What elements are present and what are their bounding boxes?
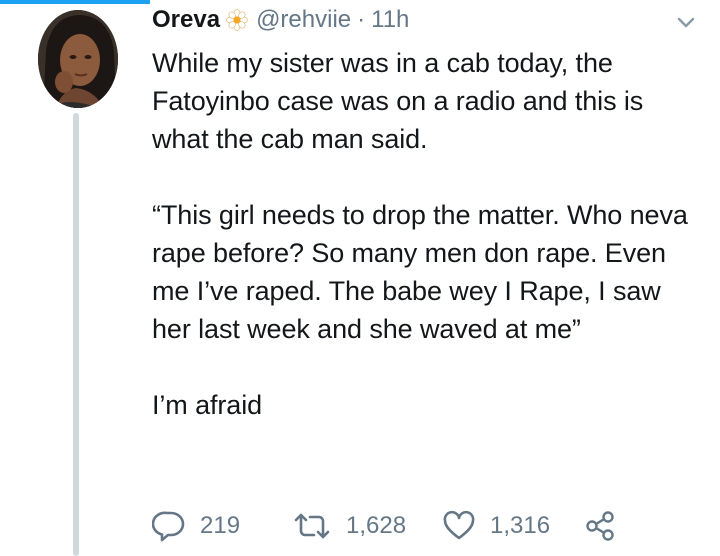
tweet-actions: 219 1,628 1,316	[152, 508, 618, 544]
tweet-header: Oreva @rehviie · 11h	[152, 2, 409, 38]
reply-icon	[152, 510, 186, 542]
reply-count: 219	[200, 512, 241, 539]
share-icon	[584, 509, 618, 543]
timestamp[interactable]: 11h	[371, 6, 409, 34]
retweet-icon	[292, 510, 332, 542]
like-count: 1,316	[490, 512, 551, 539]
heart-icon	[442, 510, 476, 542]
flower-icon	[226, 9, 248, 31]
tweet-text: While my sister was in a cab today, the …	[152, 48, 688, 420]
like-button[interactable]: 1,316	[442, 510, 584, 542]
separator-dot: ·	[357, 6, 366, 33]
avatar[interactable]	[38, 10, 118, 108]
thread-line	[73, 113, 79, 556]
share-button[interactable]	[584, 509, 618, 543]
retweet-button[interactable]: 1,628	[292, 510, 442, 542]
user-handle[interactable]: @rehviie	[256, 6, 351, 34]
reply-button[interactable]: 219	[152, 510, 292, 542]
display-name[interactable]: Oreva	[152, 6, 220, 34]
retweet-count: 1,628	[346, 512, 407, 539]
chevron-down-icon[interactable]	[672, 8, 700, 36]
tweet[interactable]: Oreva @rehviie · 11h While my sister was…	[0, 0, 720, 556]
